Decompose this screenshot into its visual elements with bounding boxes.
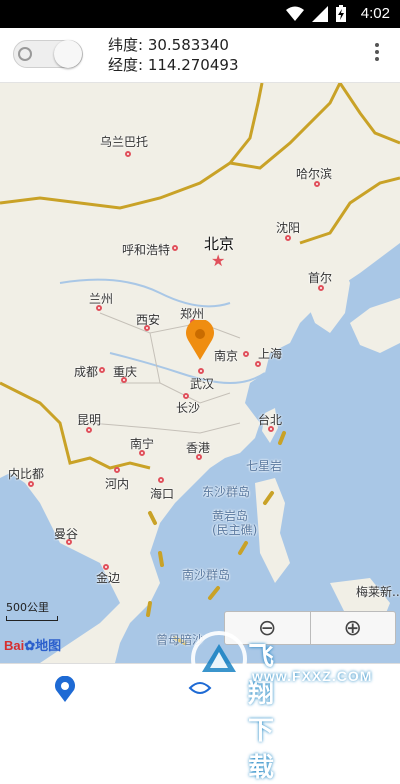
status-time: 4:02	[360, 5, 390, 22]
map-label-henei: 河内	[105, 477, 130, 491]
map-label-huhehaote: 呼和浩特	[122, 243, 171, 257]
map-label-jinbian: 金边	[96, 571, 121, 585]
city-dot	[183, 393, 189, 399]
map-label-nansha: 南沙群岛	[182, 568, 231, 582]
city-dot	[255, 361, 261, 367]
map-label-wulanbatuo: 乌兰巴托	[100, 135, 149, 149]
nav-location[interactable]	[54, 675, 76, 706]
map-label-haerbin: 哈尔滨	[296, 167, 333, 181]
capital-star-icon: ★	[211, 251, 226, 270]
mock-location-toggle[interactable]	[13, 40, 83, 68]
city-dot	[139, 450, 145, 456]
more-menu-button[interactable]	[372, 40, 382, 68]
city-dot	[196, 454, 202, 460]
city-dot	[125, 151, 131, 157]
map-label-huangyan: 黄岩岛 (民主礁)	[212, 509, 258, 537]
baidu-paw-icon: ✿	[24, 638, 36, 653]
watermark: 飞翔下载 www.FXXZ.COM	[190, 630, 371, 783]
map-label-dongsha: 东沙群岛	[202, 485, 251, 499]
city-dot	[96, 305, 102, 311]
map-label-changsha: 长沙	[176, 401, 201, 415]
map-label-haikou: 海口	[150, 487, 175, 501]
map-label-kunming: 昆明	[77, 413, 102, 427]
city-dot	[314, 181, 320, 187]
city-dot	[243, 351, 249, 357]
status-icons	[286, 5, 346, 22]
city-dot	[318, 285, 324, 291]
map-label-wuhan: 武汉	[190, 377, 215, 391]
map-label-chengdu: 成都	[74, 365, 99, 379]
city-dot	[121, 377, 127, 383]
map-label-malila: 梅莱新...	[356, 585, 400, 599]
baidu-map-logo: Bai✿地图	[4, 635, 61, 654]
zoom-in-button[interactable]: ⊕	[311, 612, 396, 644]
toggle-thumb	[54, 40, 82, 68]
latitude-text: 纬度: 30.583340	[108, 36, 229, 54]
watermark-url: www.FXXZ.COM	[252, 668, 373, 684]
status-bar: 4:02	[0, 0, 400, 28]
map-label-shouer: 首尔	[308, 271, 333, 285]
city-dot	[28, 481, 34, 487]
logo-main: Bai	[4, 638, 25, 653]
scale-label: 500公里	[6, 601, 49, 614]
map-label-lanzhou: 兰州	[89, 292, 114, 306]
city-dot	[103, 564, 109, 570]
map-label-neibidu: 内比都	[8, 467, 45, 481]
map-label-qixingyan: 七星岩	[246, 459, 283, 473]
city-dot	[66, 539, 72, 545]
map-label-nanjing: 南京	[214, 349, 239, 363]
scale-line	[6, 616, 58, 621]
battery-icon	[336, 5, 346, 22]
signal-icon	[312, 5, 328, 22]
logo-suffix: 地图	[35, 638, 62, 653]
location-icon	[55, 675, 75, 702]
watermark-text: 飞翔下载	[248, 642, 275, 783]
watermark-logo-icon	[191, 631, 247, 687]
city-dot	[172, 245, 178, 251]
wifi-icon	[286, 6, 304, 21]
city-dot	[285, 235, 291, 241]
city-dot	[268, 426, 274, 432]
app-header: 纬度: 30.583340 经度: 114.270493	[0, 28, 400, 83]
city-dot	[99, 367, 105, 373]
map-scale-bar: 500公里	[6, 599, 58, 621]
city-dot	[144, 325, 150, 331]
city-dot	[114, 467, 120, 473]
toggle-off-indicator	[18, 47, 32, 61]
map-label-shenyang: 沈阳	[276, 221, 301, 235]
map-view[interactable]: 乌兰巴托 哈尔滨 沈阳 呼和浩特 北京 ★ 首尔 兰州 西安 郑州 南京 上海 …	[0, 83, 400, 663]
city-dot	[198, 368, 204, 374]
city-dot	[86, 427, 92, 433]
coordinates-display: 纬度: 30.583340 经度: 114.270493	[108, 35, 238, 75]
longitude-text: 经度: 114.270493	[108, 56, 239, 74]
map-label-shanghai: 上海	[258, 347, 283, 361]
city-dot	[158, 477, 164, 483]
